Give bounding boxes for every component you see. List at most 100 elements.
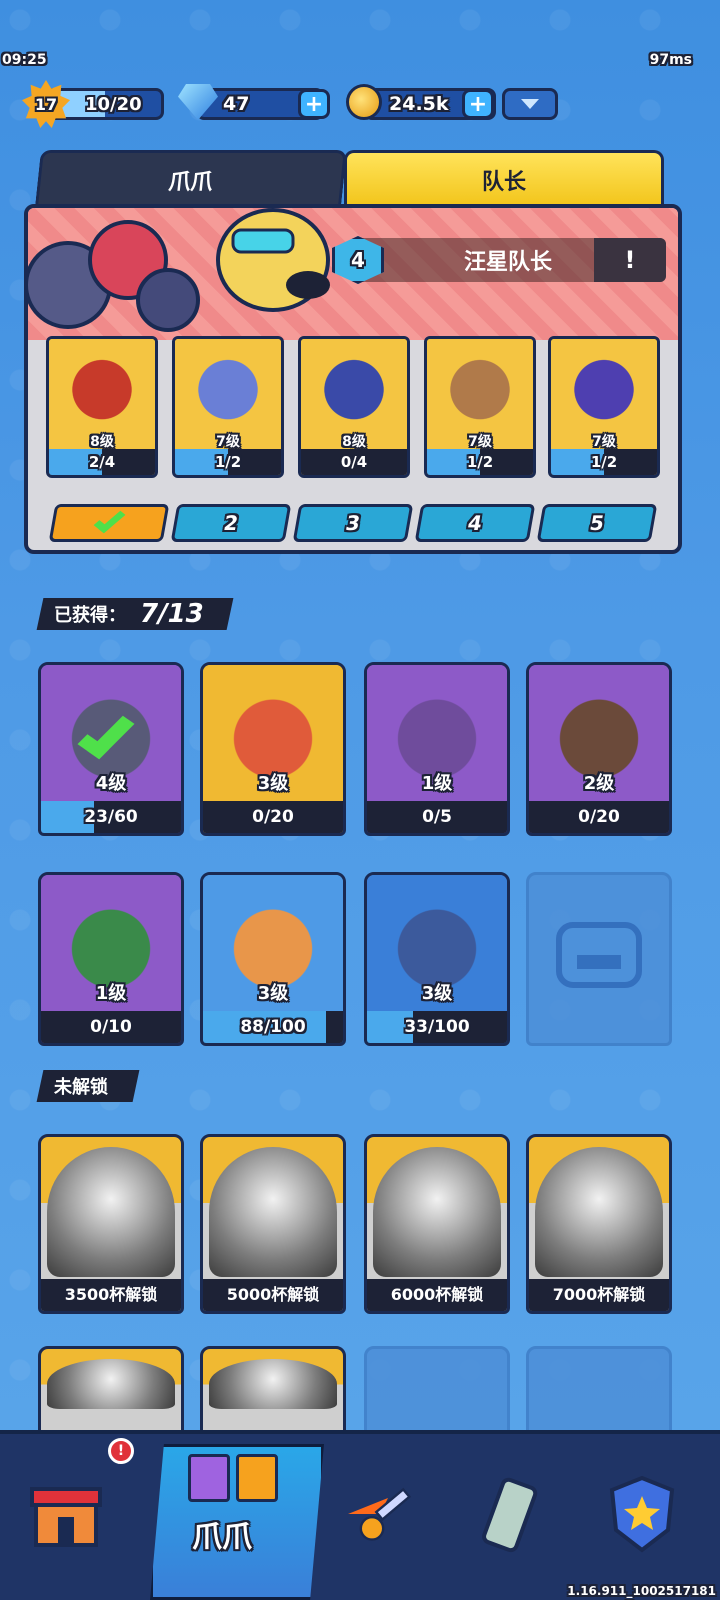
locked-card[interactable]: 6000杯解锁 bbox=[364, 1134, 510, 1314]
owned-card-level: 1级 bbox=[421, 773, 453, 794]
battery-icon bbox=[482, 1477, 538, 1553]
owned-card-level: 4级 bbox=[95, 773, 127, 794]
locked-card-art bbox=[47, 1147, 175, 1277]
ping-readout: 97ms bbox=[649, 52, 692, 68]
nav-alert-badge: ! bbox=[108, 1438, 134, 1464]
unlock-requirement: 6000杯解锁 bbox=[367, 1279, 507, 1311]
locked-card-art bbox=[47, 1359, 175, 1409]
unlock-requirement: 5000杯解锁 bbox=[203, 1279, 343, 1311]
locked-card-art bbox=[373, 1147, 501, 1277]
owned-card-progress-text: 0/10 bbox=[90, 1017, 132, 1037]
owned-card-progress: 88/100 bbox=[203, 1011, 343, 1043]
add-gems-button[interactable]: + bbox=[298, 89, 330, 119]
player-level: 17 bbox=[34, 94, 58, 114]
empty-card-slot bbox=[526, 872, 672, 1046]
alert-icon: ! bbox=[117, 1443, 125, 1459]
info-icon: ! bbox=[624, 246, 636, 274]
squad-card-art bbox=[49, 339, 155, 431]
nav-battery[interactable] bbox=[470, 1474, 550, 1554]
owned-card[interactable]: 1级 0/5 bbox=[364, 662, 510, 836]
locked-card-art bbox=[535, 1147, 663, 1277]
owned-card-progress: 33/100 bbox=[367, 1011, 507, 1043]
captain-portrait[interactable] bbox=[8, 190, 338, 340]
nav-claw-cards-icon bbox=[188, 1454, 284, 1504]
locked-card-art bbox=[209, 1147, 337, 1277]
squad-card[interactable]: 7级 1/2 bbox=[172, 336, 284, 478]
locked-card[interactable]: 7000杯解锁 bbox=[526, 1134, 672, 1314]
squad-card-level: 8级 bbox=[90, 434, 114, 450]
chevron-down-icon bbox=[521, 99, 539, 109]
squad-card-progress: 1/2 bbox=[551, 449, 657, 475]
slot-2-button[interactable]: 2 bbox=[170, 504, 292, 542]
owned-card-progress-text: 0/20 bbox=[252, 807, 294, 827]
owned-card-progress: 0/5 bbox=[367, 801, 507, 833]
gem-count: 47 bbox=[223, 93, 250, 115]
owned-card-progress-text: 33/100 bbox=[404, 1017, 470, 1037]
owned-card[interactable]: 4级 23/60 bbox=[38, 662, 184, 836]
captain-name: 汪星队长 bbox=[463, 250, 552, 275]
owned-card-progress: 0/20 bbox=[529, 801, 669, 833]
owned-card-progress-text: 0/5 bbox=[422, 807, 452, 827]
owned-card-level: 3级 bbox=[257, 983, 289, 1004]
owned-card[interactable]: 3级 88/100 bbox=[200, 872, 346, 1046]
expand-menu-button[interactable] bbox=[502, 88, 558, 120]
tab-captain-label: 队长 bbox=[481, 169, 526, 195]
sword-icon bbox=[348, 1487, 412, 1541]
squad-card[interactable]: 8级 2/4 bbox=[46, 336, 158, 478]
squad-card-art bbox=[427, 339, 533, 431]
locked-face-icon bbox=[556, 922, 642, 988]
locked-label: 未解锁 bbox=[54, 1077, 108, 1098]
captain-level: 4 bbox=[351, 248, 365, 272]
squad-card-art bbox=[551, 339, 657, 431]
slot-label: 3 bbox=[343, 511, 363, 535]
owned-card-progress-text: 88/100 bbox=[240, 1017, 306, 1037]
add-coins-button[interactable]: + bbox=[462, 89, 494, 119]
captain-info-button[interactable]: ! bbox=[594, 238, 666, 282]
xp-text: 10/20 bbox=[85, 94, 142, 115]
star-shield-icon bbox=[609, 1475, 675, 1553]
slot-5-button[interactable]: 5 bbox=[536, 504, 658, 542]
slot-4-button[interactable]: 4 bbox=[414, 504, 536, 542]
owned-card-level: 3级 bbox=[421, 983, 453, 1004]
squad-card-level: 7级 bbox=[592, 434, 616, 450]
owned-card-progress: 0/20 bbox=[203, 801, 343, 833]
owned-count: 7/13 bbox=[140, 599, 204, 629]
nav-rank[interactable] bbox=[602, 1474, 682, 1554]
squad-card[interactable]: 7级 1/2 bbox=[548, 336, 660, 478]
locked-card-art bbox=[209, 1359, 337, 1409]
version-label: 1.16.911_1002517181 bbox=[567, 1584, 716, 1598]
owned-card[interactable]: 3级 33/100 bbox=[364, 872, 510, 1046]
owned-card[interactable]: 2级 0/20 bbox=[526, 662, 672, 836]
locked-card[interactable]: 3500杯解锁 bbox=[38, 1134, 184, 1314]
slot-label: 4 bbox=[465, 511, 485, 535]
slot-label: 2 bbox=[221, 511, 241, 535]
slot-1-button[interactable] bbox=[48, 504, 170, 542]
owned-card-progress-text: 0/20 bbox=[578, 807, 620, 827]
squad-card-progress-text: 1/2 bbox=[590, 453, 618, 471]
unlock-requirement: 7000杯解锁 bbox=[529, 1279, 669, 1311]
squad-card-level: 7级 bbox=[468, 434, 492, 450]
squad-card-level: 8级 bbox=[342, 434, 366, 450]
owned-card-progress: 0/10 bbox=[41, 1011, 181, 1043]
owned-card-progress-text: 23/60 bbox=[84, 807, 138, 827]
nav-shop[interactable] bbox=[26, 1474, 106, 1554]
clock: 09:25 bbox=[2, 52, 47, 68]
squad-card[interactable]: 8级 0/4 bbox=[298, 336, 410, 478]
squad-card[interactable]: 7级 1/2 bbox=[424, 336, 536, 478]
owned-card[interactable]: 1级 0/10 bbox=[38, 872, 184, 1046]
locked-card[interactable]: 5000杯解锁 bbox=[200, 1134, 346, 1314]
nav-claw-label: 爪爪 bbox=[192, 1520, 252, 1555]
check-icon bbox=[93, 506, 126, 534]
nav-battle[interactable] bbox=[340, 1474, 420, 1554]
squad-card-progress: 2/4 bbox=[49, 449, 155, 475]
owned-card-progress: 23/60 bbox=[41, 801, 181, 833]
owned-card-level: 1级 bbox=[95, 983, 127, 1004]
squad-card-progress: 0/4 bbox=[301, 449, 407, 475]
slot-3-button[interactable]: 3 bbox=[292, 504, 414, 542]
owned-card[interactable]: 3级 0/20 bbox=[200, 662, 346, 836]
slot-label: 5 bbox=[587, 511, 607, 535]
squad-card-art bbox=[301, 339, 407, 431]
squad-card-progress: 1/2 bbox=[427, 449, 533, 475]
tab-captain[interactable]: 队长 bbox=[344, 150, 664, 206]
coin-icon bbox=[346, 84, 382, 120]
